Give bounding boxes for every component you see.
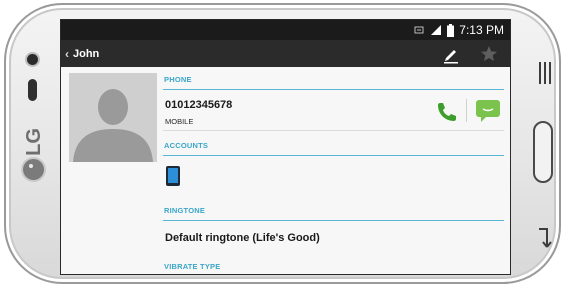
status-time: 7:13 PM (459, 23, 504, 37)
pencil-icon[interactable] (441, 44, 461, 64)
front-camera (27, 54, 38, 65)
phone-section-rule (163, 89, 504, 90)
phone-type-label: MOBILE (165, 117, 194, 126)
chevron-left-icon: ‹ (65, 46, 69, 61)
ringtone-section-label: RINGTONE (164, 206, 206, 215)
menu-key[interactable] (539, 62, 551, 84)
brand-logo-emblem (23, 159, 44, 180)
contact-photo[interactable] (69, 73, 157, 162)
ringtone-section-rule (163, 220, 504, 221)
star-icon[interactable] (479, 44, 499, 64)
contact-name: John (73, 47, 100, 60)
status-bar: 7:13 PM (61, 20, 510, 40)
signal-icon (431, 25, 442, 35)
back-key-icon[interactable] (535, 225, 553, 251)
up-navigation[interactable]: ‹ John (65, 40, 99, 67)
accounts-section-label: ACCOUNTS (164, 141, 209, 150)
phone-number[interactable]: 01012345678 (165, 99, 232, 111)
phone-section-label: PHONE (164, 75, 192, 84)
accounts-section-rule (163, 155, 504, 156)
brand-logo: LG (20, 125, 48, 181)
message-icon[interactable] (475, 99, 501, 123)
ringtone-value[interactable]: Default ringtone (Life's Good) (165, 232, 320, 244)
earpiece-speaker (28, 79, 37, 101)
phone-row-divider (163, 130, 504, 131)
phone-screen: 7:13 PM ‹ John PHONE 01012345678 MOBILE (60, 19, 511, 275)
notification-icon (414, 26, 424, 34)
action-bar: ‹ John (61, 40, 510, 67)
brand-logo-text: LG (23, 128, 45, 156)
battery-icon (447, 23, 455, 37)
contact-placeholder-icon (69, 73, 157, 162)
phone-call-icon[interactable] (435, 100, 459, 124)
action-separator (466, 99, 467, 122)
vibrate-section-label: VIBRATE TYPE (164, 262, 221, 271)
phone-account-icon (166, 166, 180, 186)
home-key[interactable] (533, 121, 553, 183)
status-icons: 7:13 PM (413, 20, 504, 40)
